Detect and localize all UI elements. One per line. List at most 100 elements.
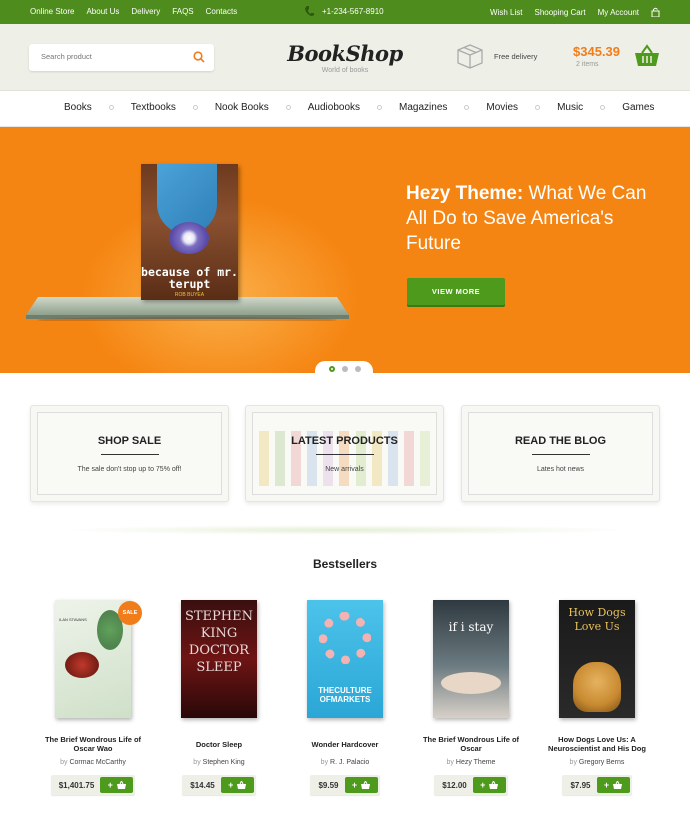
promo-subtitle: Lates hot news	[536, 466, 585, 473]
nav-item-books[interactable]: Books	[64, 102, 131, 113]
promo-subtitle: The sale don't stop up to 75% off!	[77, 466, 182, 473]
top-link-delivery[interactable]: Delivery	[131, 7, 160, 16]
product-cover[interactable]: THECULTURE OFMARKETS	[307, 600, 383, 718]
product-price: $14.45	[190, 780, 215, 790]
search-icon[interactable]	[193, 51, 205, 63]
by-label: by	[193, 759, 201, 766]
product-author-line: by R. J. Palacio	[290, 759, 400, 766]
wish-list-link[interactable]: Wish List	[490, 8, 522, 17]
add-to-cart-button[interactable]: +	[220, 777, 254, 793]
product-author-line: by Cormac McCarthy	[38, 759, 148, 766]
product-card[interactable]: THECULTURE OFMARKETS Wonder Hardcover by…	[290, 600, 400, 795]
package-icon	[457, 44, 483, 69]
cover-text: THECULTURE OFMARKETS	[318, 686, 372, 704]
slider-dot[interactable]	[342, 366, 348, 372]
by-label: by	[446, 759, 454, 766]
add-to-cart-button[interactable]: +	[472, 777, 506, 793]
my-account-link[interactable]: My Account	[598, 8, 639, 17]
logo[interactable]: BookShop World of books	[280, 41, 410, 74]
featured-book-cover[interactable]: because of mr. terupt ROB BUYEA	[141, 164, 238, 300]
buy-block: $1,401.75 +	[50, 775, 136, 795]
nav-item-nook-books[interactable]: Nook Books	[215, 102, 308, 113]
promo-underline	[100, 454, 159, 455]
product-title[interactable]: Doctor Sleep	[164, 735, 274, 753]
search-input[interactable]	[41, 52, 181, 61]
cover-art-piggy-ring	[319, 612, 371, 664]
promo-underline	[531, 454, 590, 455]
promo-read-blog[interactable]: READ THE BLOG Lates hot news	[461, 405, 660, 502]
nav-label: Movies	[486, 102, 519, 113]
promo-latest-products[interactable]: LATEST PRODUCTS New arrivals	[245, 405, 444, 502]
product-card[interactable]: STEPHEN KING DOCTOR SLEEP Doctor Sleep b…	[164, 600, 274, 795]
cover-text: How Dogs Love Us	[568, 606, 626, 633]
nav-label: Music	[557, 102, 584, 113]
cart-summary[interactable]: $345.39 2 items	[573, 44, 620, 68]
free-delivery: Free delivery	[456, 43, 537, 69]
promo-subtitle: New arrivals	[325, 466, 364, 473]
slider-dot-active[interactable]	[329, 366, 335, 372]
cover-art-face	[441, 672, 501, 694]
top-links-left: Online Store About Us Delivery FAQS Cont…	[30, 7, 237, 16]
slider-dots	[315, 361, 373, 373]
product-card[interactable]: How Dogs Love Us How Dogs Love Us: A Neu…	[542, 600, 652, 795]
product-author-line: by Hezy Theme	[416, 759, 526, 766]
nav-separator	[285, 105, 291, 110]
hero-banner: because of mr. terupt ROB BUYEA Hezy The…	[0, 127, 690, 373]
product-author[interactable]: Gregory Berns	[579, 759, 625, 766]
nav-label: Magazines	[399, 102, 448, 113]
product-card[interactable]: if i stay The Brief Wondrous Life of Osc…	[416, 600, 526, 795]
nav-item-magazines[interactable]: Magazines	[399, 102, 486, 113]
hero-headline: Hezy Theme: What We Can All Do to Save A…	[406, 181, 656, 256]
product-title[interactable]: The Brief Wondrous Life of Oscar	[416, 735, 526, 753]
product-author[interactable]: Stephen King	[203, 759, 245, 766]
product-author[interactable]: Cormac McCarthy	[69, 759, 125, 766]
promo-shop-sale[interactable]: SHOP SALE The sale don't stop up to 75% …	[30, 405, 229, 502]
product-title[interactable]: Wonder Hardcover	[290, 735, 400, 753]
product-cover[interactable]: if i stay	[433, 600, 509, 718]
view-more-button[interactable]: VIEW MORE	[407, 278, 505, 305]
nav-label: Books	[64, 102, 92, 113]
product-author[interactable]: Hezy Theme	[456, 759, 496, 766]
slider-dot[interactable]	[355, 366, 361, 372]
top-link-faqs[interactable]: FAQS	[172, 7, 193, 16]
product-author-line: by Stephen King	[164, 759, 274, 766]
add-to-cart-button[interactable]: +	[596, 777, 630, 793]
top-link-contacts[interactable]: Contacts	[206, 7, 238, 16]
buy-block: $9.59 +	[310, 775, 380, 795]
product-cover[interactable]: STEPHEN KING DOCTOR SLEEP	[181, 600, 257, 718]
product-author[interactable]: R. J. Palacio	[330, 759, 369, 766]
cover-text: if i stay	[448, 620, 494, 634]
nav-label: Nook Books	[214, 102, 269, 113]
product-title[interactable]: How Dogs Love Us: A Neuroscientist and H…	[542, 735, 652, 753]
nav-label: Games	[622, 102, 655, 113]
add-to-cart-button[interactable]: +	[100, 777, 134, 793]
product-card[interactable]: ILAN STAVANS The Brief Wondrous Life of …	[38, 600, 148, 795]
product-price: $1,401.75	[58, 780, 95, 790]
top-link-online-store[interactable]: Online Store	[30, 7, 74, 16]
promo-title: LATEST PRODUCTS	[291, 435, 398, 447]
search-box[interactable]	[29, 44, 214, 71]
top-link-about-us[interactable]: About Us	[86, 7, 119, 16]
nav-item-audiobooks[interactable]: Audiobooks	[308, 102, 399, 113]
buy-block: $7.95 +	[562, 775, 632, 795]
basket-icon	[489, 781, 499, 789]
nav-separator	[535, 105, 541, 110]
lock-icon[interactable]	[651, 7, 660, 17]
nav-item-games[interactable]: Games	[622, 102, 654, 113]
add-to-cart-button[interactable]: +	[344, 777, 378, 793]
product-cover[interactable]: How Dogs Love Us	[559, 600, 635, 718]
by-label: by	[569, 759, 577, 766]
nav-separator	[377, 105, 383, 110]
nav-item-music[interactable]: Music	[557, 102, 622, 113]
basket-icon[interactable]	[634, 44, 660, 68]
shopping-cart-link[interactable]: Shooping Cart	[534, 8, 585, 17]
free-delivery-label: Free delivery	[494, 51, 538, 61]
nav-item-textbooks[interactable]: Textbooks	[131, 102, 215, 113]
cover-text: ILAN STAVANS	[59, 617, 87, 622]
nav-label: Audiobooks	[307, 102, 361, 113]
product-title[interactable]: The Brief Wondrous Life of Oscar Wao	[38, 735, 148, 753]
nav-separator	[108, 105, 114, 110]
by-label: by	[320, 759, 329, 766]
cover-text: STEPHEN KING DOCTOR SLEEP	[184, 609, 253, 675]
nav-item-movies[interactable]: Movies	[486, 102, 557, 113]
